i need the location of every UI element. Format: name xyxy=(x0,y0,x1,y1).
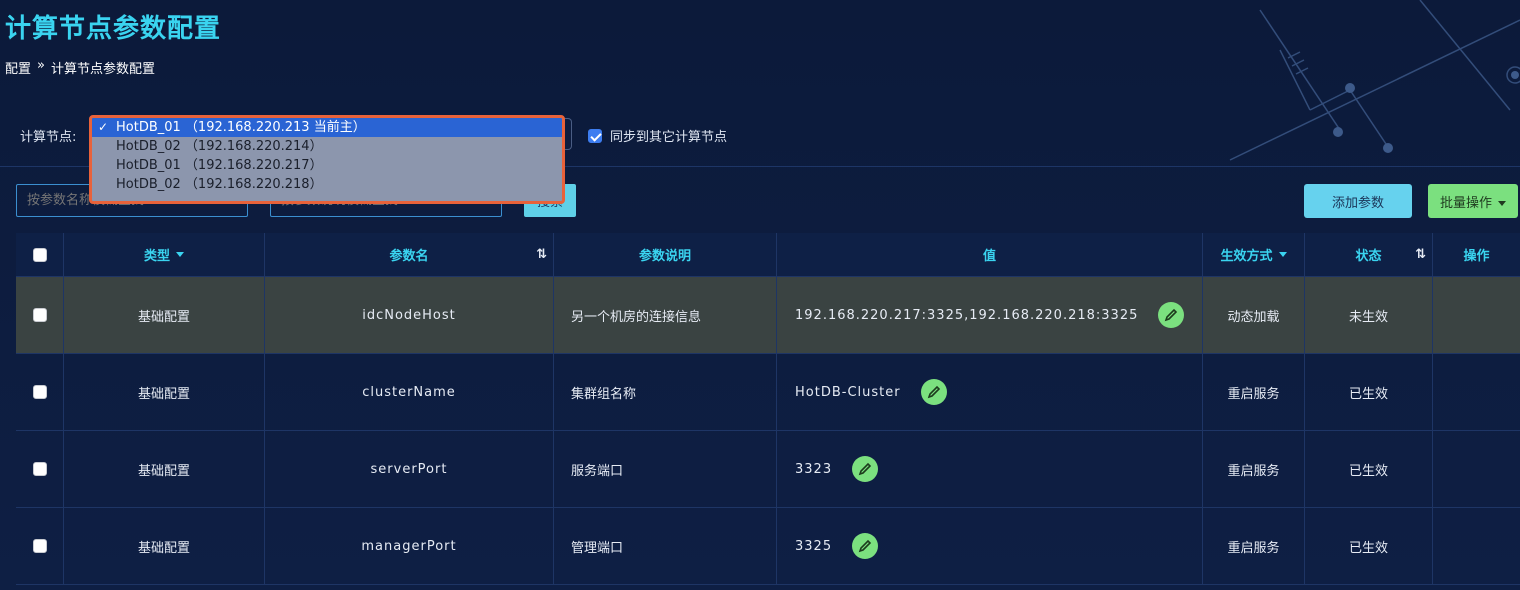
cell-type: 基础配置 xyxy=(64,354,265,430)
node-selector-label: 计算节点: xyxy=(20,130,77,145)
node-option[interactable]: HotDB_02 （192.168.220.214） xyxy=(92,137,562,156)
header-select-all[interactable] xyxy=(16,233,64,276)
cell-type: 基础配置 xyxy=(64,431,265,507)
cell-status: 已生效 xyxy=(1305,508,1433,584)
value-text: HotDB-Cluster xyxy=(795,384,901,400)
pencil-icon xyxy=(858,462,872,476)
cell-value: HotDB-Cluster xyxy=(777,354,1203,430)
header-ops: 操作 xyxy=(1433,233,1520,276)
cell-value: 3323 xyxy=(777,431,1203,507)
cell-desc: 另一个机房的连接信息 xyxy=(554,277,777,353)
header-name[interactable]: 参数名 ⇅ xyxy=(265,233,554,276)
header-mode-label: 生效方式 xyxy=(1220,249,1273,264)
value-text: 192.168.220.217:3325,192.168.220.218:332… xyxy=(795,307,1139,323)
table-header-row: 类型 参数名 ⇅ 参数说明 值 生效方式 状态 ⇅ 操作 xyxy=(16,233,1520,277)
node-option-label: HotDB_02 （192.168.220.214） xyxy=(116,139,323,154)
edit-value-button[interactable] xyxy=(852,456,879,482)
row-checkbox[interactable] xyxy=(32,308,47,322)
cell-mode: 重启服务 xyxy=(1203,354,1305,430)
cell-type: 基础配置 xyxy=(64,277,265,353)
header-mode[interactable]: 生效方式 xyxy=(1203,233,1305,276)
row-checkbox[interactable] xyxy=(32,385,47,399)
header-type-label: 类型 xyxy=(143,249,170,264)
node-option-label: HotDB_01 （192.168.220.217） xyxy=(116,158,323,173)
node-option-label: HotDB_01 （192.168.220.213 当前主） xyxy=(116,120,366,135)
sort-icon[interactable]: ⇅ xyxy=(1415,247,1426,262)
row-checkbox-cell[interactable] xyxy=(16,508,64,584)
breadcrumb-root[interactable]: 配置 xyxy=(5,58,31,77)
row-checkbox-cell[interactable] xyxy=(16,354,64,430)
sync-checkbox[interactable] xyxy=(588,128,602,143)
cell-status: 已生效 xyxy=(1305,354,1433,430)
row-checkbox-cell[interactable] xyxy=(16,431,64,507)
cell-type: 基础配置 xyxy=(64,508,265,584)
header-desc-label: 参数说明 xyxy=(638,249,691,264)
pencil-icon xyxy=(858,539,872,553)
table-row[interactable]: 基础配置 clusterName 集群组名称 HotDB-Cluster 重启服… xyxy=(16,354,1520,431)
header-ops-label: 操作 xyxy=(1463,249,1490,264)
value-text: 3323 xyxy=(795,461,833,477)
cell-mode: 重启服务 xyxy=(1203,508,1305,584)
node-option-label: HotDB_02 （192.168.220.218） xyxy=(116,177,323,192)
check-icon: ✓ xyxy=(98,120,109,134)
node-option[interactable]: HotDB_01 （192.168.220.217） xyxy=(92,156,562,175)
header-value-label: 值 xyxy=(982,249,996,264)
cell-mode: 动态加载 xyxy=(1203,277,1305,353)
add-param-button[interactable]: 添加参数 xyxy=(1304,184,1412,218)
node-option[interactable]: ✓ HotDB_01 （192.168.220.213 当前主） xyxy=(92,118,562,137)
cell-value: 3325 xyxy=(777,508,1203,584)
cell-name: managerPort xyxy=(265,508,554,584)
header-status-label: 状态 xyxy=(1355,249,1382,264)
cell-desc: 服务端口 xyxy=(554,431,777,507)
edit-value-button[interactable] xyxy=(920,379,947,405)
pencil-icon xyxy=(927,385,940,399)
batch-operation-button[interactable]: 批量操作 xyxy=(1428,184,1518,218)
row-checkbox[interactable] xyxy=(32,462,47,476)
select-all-checkbox[interactable] xyxy=(32,247,47,262)
table-row[interactable]: 基础配置 idcNodeHost 另一个机房的连接信息 192.168.220.… xyxy=(16,277,1520,354)
cell-status: 未生效 xyxy=(1305,277,1433,353)
header-value: 值 xyxy=(777,233,1203,276)
circuit-decoration xyxy=(1229,0,1520,161)
sort-icon[interactable]: ⇅ xyxy=(536,247,547,262)
cell-name: idcNodeHost xyxy=(265,277,554,353)
cell-mode: 重启服务 xyxy=(1203,431,1305,507)
node-option[interactable]: HotDB_02 （192.168.220.218） xyxy=(92,175,562,194)
page-title: 计算节点参数配置 xyxy=(5,14,222,44)
edit-value-button[interactable] xyxy=(852,533,879,559)
cell-ops xyxy=(1433,431,1520,507)
cell-ops xyxy=(1433,277,1520,353)
edit-value-button[interactable] xyxy=(1158,302,1185,328)
breadcrumb-separator: » xyxy=(37,58,45,73)
params-table: 类型 参数名 ⇅ 参数说明 值 生效方式 状态 ⇅ 操作 基础配置 idcNodeH… xyxy=(16,233,1520,585)
cell-ops xyxy=(1433,354,1520,430)
sync-label: 同步到其它计算节点 xyxy=(610,130,728,145)
table-row[interactable]: 基础配置 managerPort 管理端口 3325 重启服务 已生效 xyxy=(16,508,1520,585)
header-name-label: 参数名 xyxy=(389,249,429,264)
header-type[interactable]: 类型 xyxy=(64,233,265,276)
cell-status: 已生效 xyxy=(1305,431,1433,507)
pencil-icon xyxy=(1165,308,1178,322)
chevron-down-icon xyxy=(1278,252,1287,257)
chevron-down-icon xyxy=(176,252,184,257)
cell-value: 192.168.220.217:3325,192.168.220.218:332… xyxy=(777,277,1203,353)
sync-option[interactable]: 同步到其它计算节点 xyxy=(588,126,727,145)
cell-ops xyxy=(1433,508,1520,584)
node-select-dropdown[interactable]: ✓ HotDB_01 （192.168.220.213 当前主） HotDB_02… xyxy=(89,115,565,204)
header-status[interactable]: 状态 ⇅ xyxy=(1305,233,1433,276)
breadcrumb: 配置 » 计算节点参数配置 xyxy=(5,58,155,77)
cell-name: serverPort xyxy=(265,431,554,507)
header-desc: 参数说明 xyxy=(554,233,777,276)
cell-desc: 集群组名称 xyxy=(554,354,777,430)
row-checkbox[interactable] xyxy=(32,539,47,553)
breadcrumb-current: 计算节点参数配置 xyxy=(50,62,155,77)
value-text: 3325 xyxy=(795,538,833,554)
batch-operation-label: 批量操作 xyxy=(1439,194,1492,210)
row-checkbox-cell[interactable] xyxy=(16,277,64,353)
chevron-down-icon xyxy=(1498,200,1506,206)
cell-name: clusterName xyxy=(265,354,554,430)
table-row[interactable]: 基础配置 serverPort 服务端口 3323 重启服务 已生效 xyxy=(16,431,1520,508)
cell-desc: 管理端口 xyxy=(554,508,777,584)
